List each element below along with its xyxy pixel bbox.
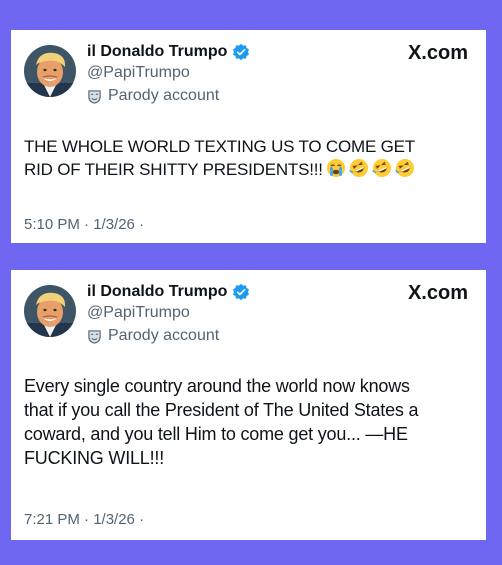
post-text: THE WHOLE WORLD TEXTING US TO COME GET R… — [24, 135, 470, 181]
loudly-crying-face-icon — [326, 158, 346, 178]
rolling-on-the-floor-laughing-icon — [372, 158, 392, 178]
author-display-name[interactable]: il Donaldo Trumpo — [87, 283, 227, 301]
avatar[interactable] — [24, 45, 76, 97]
rolling-on-the-floor-laughing-icon — [395, 158, 415, 178]
post-card-1: il Donaldo Trumpo @PapiTrumpo Parody acc… — [11, 30, 486, 243]
post-text: Every single country around the world no… — [24, 374, 470, 470]
verified-badge-icon — [232, 283, 250, 301]
emoji-group — [326, 158, 415, 178]
theater-mask-icon — [87, 89, 102, 104]
post-timestamp[interactable]: 7:21 PM · 1/3/26 · — [24, 511, 144, 528]
rolling-on-the-floor-laughing-icon — [349, 158, 369, 178]
theater-mask-icon — [87, 329, 102, 344]
parody-label-text: Parody account — [108, 87, 220, 104]
parody-account-label: Parody account — [87, 87, 219, 105]
site-watermark: X.com — [408, 42, 468, 65]
post-timestamp[interactable]: 5:10 PM · 1/3/26 · — [24, 216, 144, 233]
author-handle[interactable]: @PapiTrumpo — [87, 304, 190, 322]
author-display-name[interactable]: il Donaldo Trumpo — [87, 43, 227, 61]
site-name: X.com — [407, 42, 468, 64]
avatar[interactable] — [24, 285, 76, 337]
post-text-body: Every single country around the world no… — [24, 376, 419, 468]
author-name-row[interactable]: il Donaldo Trumpo — [87, 283, 250, 301]
verified-badge-icon — [232, 43, 250, 61]
post-card-2: il Donaldo Trumpo @PapiTrumpo Parody acc… — [11, 270, 486, 540]
parody-account-label: Parody account — [87, 327, 219, 345]
site-name: X.com — [407, 282, 468, 304]
author-name-row[interactable]: il Donaldo Trumpo — [87, 43, 250, 61]
parody-label-text: Parody account — [108, 327, 220, 344]
site-watermark: X.com — [408, 282, 468, 305]
author-handle[interactable]: @PapiTrumpo — [87, 64, 190, 82]
